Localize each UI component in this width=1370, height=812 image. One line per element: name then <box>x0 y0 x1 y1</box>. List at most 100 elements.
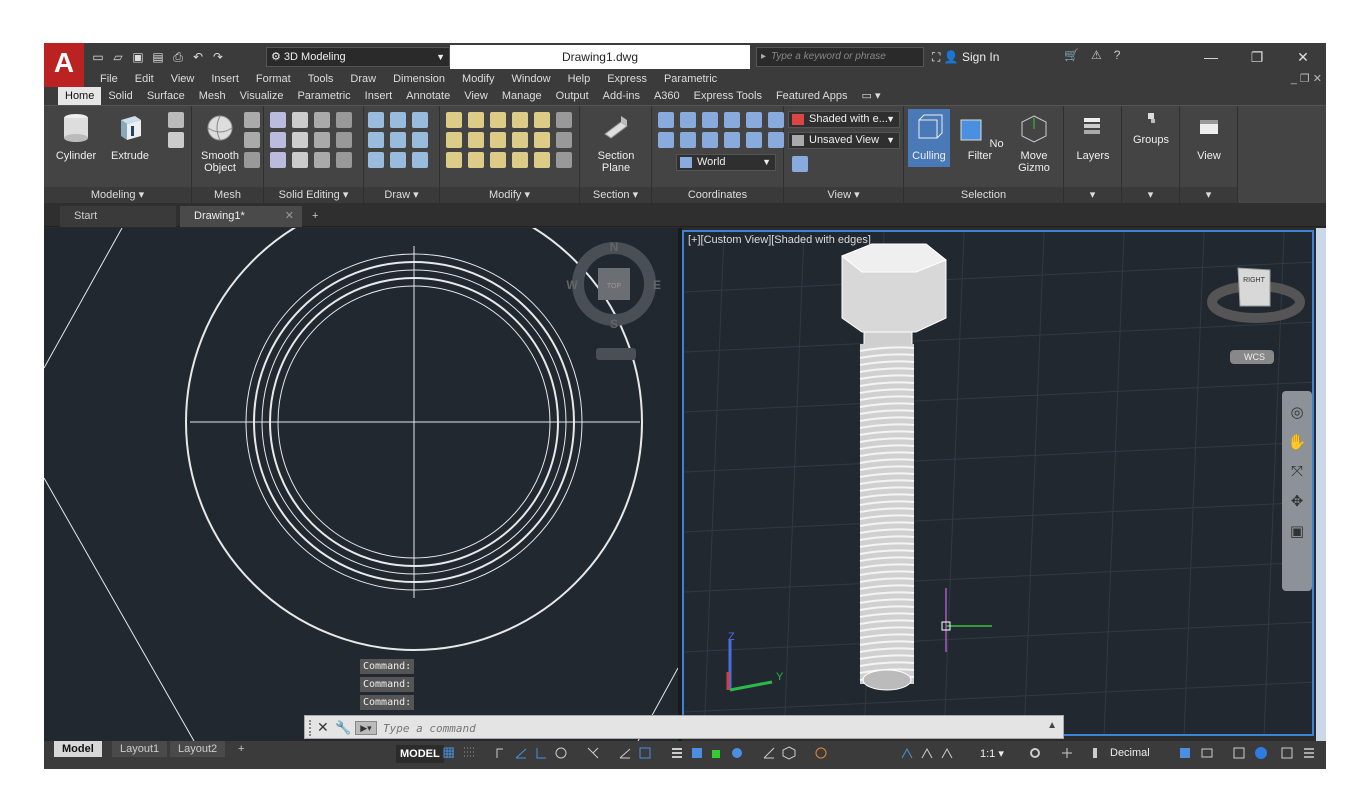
panel-label-modify[interactable]: Modify ▾ <box>440 187 579 204</box>
annotation-scale-icon[interactable] <box>940 746 954 760</box>
grid-icon[interactable] <box>442 746 456 760</box>
line-icon[interactable] <box>390 132 406 148</box>
tab-surface[interactable]: Surface <box>140 87 192 105</box>
ucs-world-icon[interactable] <box>658 132 674 148</box>
annotation-scale-select[interactable]: 1:1 ▾ <box>980 747 1004 760</box>
ucs-world-select[interactable]: World ▼ <box>676 154 776 171</box>
culling-button[interactable]: Culling <box>908 109 950 167</box>
no-filter-button[interactable]: No Filter <box>954 112 1006 162</box>
minimize-button[interactable]: — <box>1188 43 1234 71</box>
infer-icon[interactable] <box>494 746 508 760</box>
tab-manage[interactable]: Manage <box>495 87 549 105</box>
customization-menu-icon[interactable] <box>1302 746 1316 760</box>
smooth-more-icon[interactable] <box>244 112 260 128</box>
sign-in-button[interactable]: ⛶ 👤 Sign In <box>932 47 999 67</box>
arc-icon[interactable] <box>412 112 428 128</box>
extrude-faces-icon[interactable] <box>314 132 330 148</box>
hatch-icon[interactable] <box>390 112 406 128</box>
crease-icon[interactable] <box>244 152 260 168</box>
menu-dimension[interactable]: Dimension <box>393 71 445 87</box>
array-icon[interactable] <box>512 112 528 128</box>
chevron-down-icon[interactable] <box>336 112 352 128</box>
recent-commands-icon[interactable]: ▶▾ <box>355 721 377 735</box>
menu-window[interactable]: Window <box>511 71 550 87</box>
rotate-3d-icon[interactable] <box>468 112 484 128</box>
tab-view[interactable]: View <box>457 87 495 105</box>
tab-express-tools[interactable]: Express Tools <box>687 87 769 105</box>
new-tab-button[interactable]: + <box>306 206 328 227</box>
menu-express[interactable]: Express <box>607 71 647 87</box>
chevron-up-icon[interactable]: ▲ <box>1047 720 1057 731</box>
right-viewcube[interactable]: RIGHT WCS <box>1207 267 1305 364</box>
section-plane-button[interactable]: Section Plane <box>590 112 642 174</box>
connect-icon[interactable]: ⚠ <box>1091 48 1102 62</box>
menu-insert[interactable]: Insert <box>211 71 239 87</box>
restore-button[interactable]: ❐ <box>1234 43 1280 71</box>
ucs-origin-icon[interactable] <box>680 112 696 128</box>
tab-parametric[interactable]: Parametric <box>290 87 357 105</box>
offset-icon[interactable] <box>468 132 484 148</box>
ucs-icon[interactable] <box>658 112 674 128</box>
viewcube-right-face[interactable]: RIGHT <box>1243 277 1266 284</box>
close-button[interactable]: ✕ <box>1280 43 1326 71</box>
workspace-dropdown[interactable]: ⚙ 3D Modeling ▼ <box>266 47 450 67</box>
menu-help[interactable]: Help <box>568 71 591 87</box>
quick-properties-icon[interactable] <box>1178 746 1192 760</box>
file-tab-start[interactable]: Start <box>60 206 176 227</box>
new-icon[interactable]: ▭ <box>90 49 106 65</box>
panel-label-mesh[interactable]: Mesh <box>192 187 263 204</box>
steering-wheel-icon[interactable]: ◎ <box>1282 403 1312 421</box>
erase-icon[interactable] <box>490 152 506 168</box>
groups-expand[interactable]: ▾ <box>1122 187 1179 204</box>
3d-osnap-icon[interactable] <box>730 746 744 760</box>
add-layout-button[interactable]: + <box>230 741 253 757</box>
rectangle-icon[interactable] <box>390 152 406 168</box>
tab-add-ins[interactable]: Add-ins <box>596 87 647 105</box>
explode-icon[interactable] <box>446 112 462 128</box>
close-icon[interactable]: ✕ <box>317 719 329 736</box>
chevron-down-icon[interactable] <box>556 132 572 148</box>
tab-visualize[interactable]: Visualize <box>233 87 291 105</box>
menu-view[interactable]: View <box>171 71 195 87</box>
menu-tools[interactable]: Tools <box>308 71 334 87</box>
menu-file[interactable]: File <box>100 71 118 87</box>
open-icon[interactable]: ▱ <box>110 49 126 65</box>
subtract-icon[interactable] <box>270 132 286 148</box>
orbit-icon[interactable]: ✥ <box>1282 492 1312 510</box>
stretch-icon[interactable] <box>468 152 484 168</box>
move-3d-icon[interactable] <box>490 112 506 128</box>
polygon-icon[interactable] <box>368 152 384 168</box>
extract-edges-icon[interactable] <box>314 112 330 128</box>
panel-label-modeling[interactable]: Modeling ▾ <box>44 187 191 204</box>
layout-tab-layout1[interactable]: Layout1 <box>112 741 168 757</box>
chevron-down-icon[interactable] <box>336 132 352 148</box>
ucs-z-icon[interactable] <box>746 112 762 128</box>
units-select[interactable]: Decimal <box>1110 747 1150 759</box>
menu-parametric[interactable]: Parametric <box>664 71 717 87</box>
smooth-less-icon[interactable] <box>244 132 260 148</box>
save-icon[interactable]: ▣ <box>130 49 146 65</box>
scale-icon[interactable] <box>446 152 462 168</box>
command-input[interactable] <box>383 720 1023 736</box>
ellipse-icon[interactable] <box>412 152 428 168</box>
doc-window-controls[interactable]: _ ❐ ✕ <box>1291 71 1322 87</box>
wrench-icon[interactable]: 🔧 <box>335 720 351 736</box>
plus-icon[interactable] <box>1060 746 1074 760</box>
pan-icon[interactable]: ✋ <box>1282 433 1312 451</box>
fillet-icon[interactable] <box>446 132 462 148</box>
layers-expand[interactable]: ▾ <box>1064 187 1121 204</box>
polar-icon[interactable] <box>554 746 568 760</box>
bolt-model[interactable] <box>841 243 947 691</box>
object-snap-tracking-icon[interactable] <box>618 746 632 760</box>
file-tab-drawing[interactable]: Drawing1* ✕ <box>180 206 302 227</box>
undo-icon[interactable]: ↶ <box>190 49 206 65</box>
layout-tab-model[interactable]: Model <box>54 741 102 757</box>
model-space-toggle[interactable]: MODEL <box>396 745 444 763</box>
lineweight-icon[interactable] <box>670 746 684 760</box>
copy-icon[interactable] <box>512 132 528 148</box>
viewcube-top-face[interactable]: TOP <box>607 283 622 290</box>
panel-label-view[interactable]: View ▾ <box>784 187 903 204</box>
ucs-view-icon[interactable] <box>680 132 696 148</box>
save-as-icon[interactable]: ▤ <box>150 49 166 65</box>
panel-label-coordinates[interactable]: Coordinates <box>652 187 783 204</box>
